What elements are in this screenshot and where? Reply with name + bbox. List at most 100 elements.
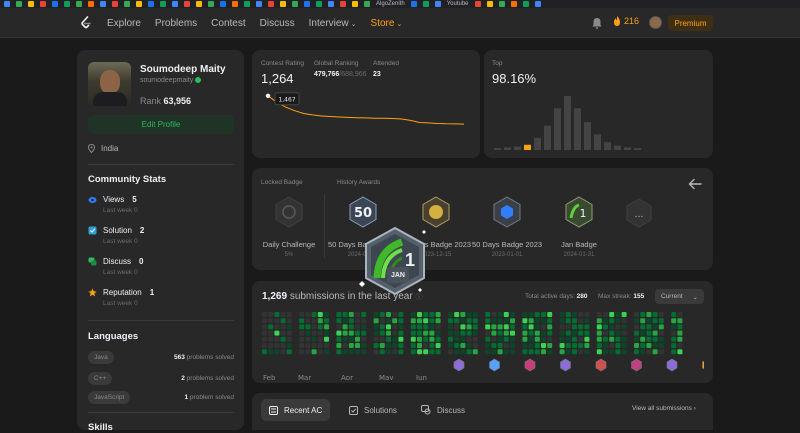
heatmap-cell[interactable]: [677, 336, 683, 342]
heatmap-cell[interactable]: [454, 312, 460, 317]
heatmap-cell[interactable]: [510, 343, 515, 348]
heatmap-cell[interactable]: [658, 349, 664, 355]
heatmap-cell[interactable]: [410, 343, 416, 348]
histogram-bar[interactable]: [594, 134, 601, 150]
heatmap-cell[interactable]: [410, 312, 416, 317]
heatmap-cell[interactable]: [615, 324, 621, 330]
heatmap-cell[interactable]: [572, 312, 577, 317]
heatmap-cell[interactable]: [634, 330, 639, 336]
heatmap-cell[interactable]: [262, 330, 267, 336]
heatmap-cell[interactable]: [336, 330, 342, 336]
heatmap-cell[interactable]: [336, 312, 342, 317]
heatmap-cell[interactable]: [547, 330, 553, 336]
histogram-bar-current[interactable]: [524, 144, 531, 150]
heatmap-cell[interactable]: [609, 336, 615, 342]
heatmap-cell[interactable]: [497, 312, 503, 317]
bookmark-icon[interactable]: [232, 1, 238, 7]
heatmap-cell[interactable]: [547, 318, 553, 324]
heatmap-cell[interactable]: [510, 312, 515, 317]
heatmap-cell[interactable]: [603, 318, 608, 324]
heatmap-cell[interactable]: [355, 312, 360, 317]
heatmap-cell[interactable]: [386, 343, 391, 348]
heatmap-cell[interactable]: [472, 330, 478, 336]
heatmap-cell[interactable]: [410, 336, 416, 342]
heatmap-cell[interactable]: [596, 312, 602, 317]
heatmap-cell[interactable]: [448, 330, 453, 336]
heatmap-cell[interactable]: [286, 330, 292, 336]
heatmap-cell[interactable]: [448, 318, 453, 324]
bookmark-icon[interactable]: [148, 1, 154, 7]
histogram-bar[interactable]: [624, 147, 631, 150]
heatmap-cell[interactable]: [615, 336, 621, 342]
rating-distribution-histogram[interactable]: [492, 92, 705, 150]
heatmap-cell[interactable]: [336, 343, 342, 348]
bookmark-icon[interactable]: [16, 1, 22, 7]
heatmap-cell[interactable]: [392, 318, 398, 324]
heatmap-cell[interactable]: [305, 330, 311, 336]
heatmap-cell[interactable]: [299, 349, 305, 355]
heatmap-cell[interactable]: [472, 349, 478, 355]
heatmap-cell[interactable]: [280, 312, 286, 317]
heatmap-cell[interactable]: [634, 343, 639, 348]
heatmap-cell[interactable]: [373, 349, 379, 355]
bookmark-icon[interactable]: [410, 1, 417, 7]
heatmap-cell[interactable]: [342, 343, 348, 348]
heatmap-cell[interactable]: [466, 349, 472, 355]
heatmap-cell[interactable]: [603, 312, 608, 317]
heatmap-cell[interactable]: [305, 318, 311, 324]
user-avatar[interactable]: [649, 16, 662, 29]
heatmap-cell[interactable]: [454, 318, 460, 324]
edit-profile-button[interactable]: Edit Profile: [88, 115, 234, 134]
heatmap-cell[interactable]: [491, 330, 497, 336]
heatmap-cell[interactable]: [361, 336, 367, 342]
heatmap-cell[interactable]: [274, 318, 280, 324]
heatmap-cell[interactable]: [491, 336, 497, 342]
heatmap-cell[interactable]: [658, 343, 664, 348]
heatmap-cell[interactable]: [454, 330, 460, 336]
heatmap-cell[interactable]: [503, 312, 509, 317]
heatmap-cell[interactable]: [497, 343, 503, 348]
heatmap-cell[interactable]: [634, 336, 639, 342]
nav-problems[interactable]: Problems: [155, 18, 197, 29]
heatmap-cell[interactable]: [274, 324, 280, 330]
bookmark-icon[interactable]: [52, 1, 58, 7]
heatmap-cell[interactable]: [671, 318, 677, 324]
heatmap-cell[interactable]: [454, 349, 460, 355]
heatmap-cell[interactable]: [423, 318, 429, 324]
heatmap-cell[interactable]: [355, 324, 360, 330]
heatmap-cell[interactable]: [262, 312, 267, 317]
heatmap-cell[interactable]: [454, 343, 460, 348]
heatmap-cell[interactable]: [386, 312, 391, 317]
heatmap-cell[interactable]: [621, 330, 627, 336]
heatmap-cell[interactable]: [268, 343, 274, 348]
heatmap-cell[interactable]: [615, 318, 621, 324]
heatmap-cell[interactable]: [361, 318, 367, 324]
heatmap-cell[interactable]: [541, 336, 546, 342]
heatmap-cell[interactable]: [417, 336, 422, 342]
heatmap-cell[interactable]: [448, 324, 453, 330]
heatmap-cell[interactable]: [671, 336, 677, 342]
heatmap-cell[interactable]: [472, 336, 478, 342]
heatmap-cell[interactable]: [547, 324, 553, 330]
heatmap-cell[interactable]: [578, 343, 584, 348]
heatmap-cell[interactable]: [522, 312, 528, 317]
premium-button[interactable]: Premium: [668, 15, 713, 31]
heatmap-cell[interactable]: [342, 330, 348, 336]
heatmap-cell[interactable]: [547, 349, 553, 355]
heatmap-cell[interactable]: [280, 349, 286, 355]
bookmark-label[interactable]: AlgoZenith: [376, 1, 405, 7]
heatmap-cell[interactable]: [572, 324, 577, 330]
heatmap-cell[interactable]: [435, 318, 441, 324]
heatmap-cell[interactable]: [621, 336, 627, 342]
monthly-badge-icon[interactable]: [524, 358, 536, 372]
heatmap-cell[interactable]: [522, 349, 528, 355]
bookmark-icon[interactable]: [172, 1, 178, 7]
heatmap-cell[interactable]: [299, 336, 305, 342]
heatmap-cell[interactable]: [398, 318, 404, 324]
arrow-left-icon[interactable]: [688, 178, 702, 190]
heatmap-cell[interactable]: [559, 318, 565, 324]
bookmark-icon[interactable]: [486, 1, 493, 7]
heatmap-cell[interactable]: [640, 343, 646, 348]
histogram-bar[interactable]: [584, 122, 591, 150]
heatmap-cell[interactable]: [460, 336, 466, 342]
